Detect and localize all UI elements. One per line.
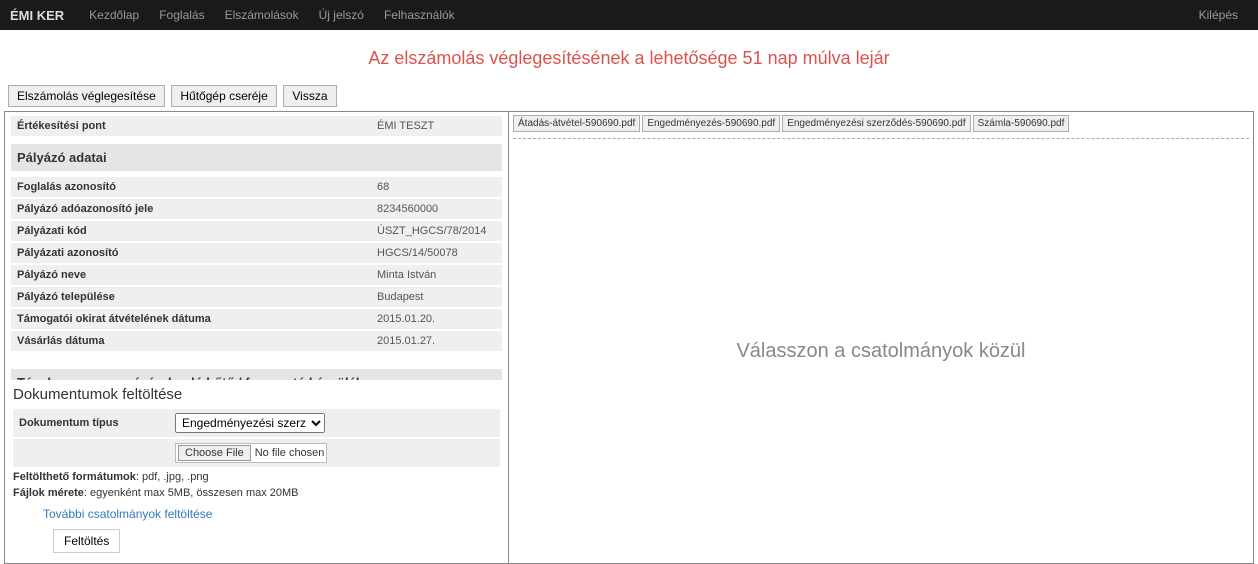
nav-users[interactable]: Felhasználók — [384, 8, 455, 22]
brand[interactable]: ÉMI KER — [10, 8, 64, 23]
swap-button[interactable]: Hűtőgép cseréje — [171, 85, 276, 107]
main-panels: Értékesítési pont ÉMI TESZT Pályázó adat… — [4, 111, 1254, 564]
field-tender-code: Pályázati kód ÚSZT_HGCS/78/2014 — [11, 221, 502, 241]
field-booking-id: Foglalás azonosító 68 — [11, 177, 502, 197]
nav-logout[interactable]: Kilépés — [1199, 8, 1238, 22]
field-purchase-date: Vásárlás dátuma 2015.01.27. — [11, 331, 502, 351]
more-attachments-link[interactable]: További csatolmányok feltöltése — [43, 507, 212, 521]
tab-attachment[interactable]: Számla-590690.pdf — [973, 115, 1070, 132]
attachment-tabs: Átadás-átvétel-590690.pdf Engedményezés-… — [509, 112, 1253, 132]
pos-label: Értékesítési pont — [17, 120, 377, 132]
details-scroll[interactable]: Értékesítési pont ÉMI TESZT Pályázó adat… — [5, 112, 508, 380]
navbar: ÉMI KER Kezdőlap Foglalás Elszámolások Ú… — [0, 0, 1258, 30]
tab-attachment[interactable]: Engedményezési szerződés-590690.pdf — [782, 115, 970, 132]
nav-newpassword[interactable]: Új jelszó — [319, 8, 364, 22]
expiry-alert: Az elszámolás véglegesítésének a lehetős… — [0, 30, 1258, 81]
right-panel: Átadás-átvétel-590690.pdf Engedményezés-… — [509, 112, 1253, 563]
left-panel: Értékesítési pont ÉMI TESZT Pályázó adat… — [5, 112, 509, 563]
formats-hint: Feltölthető formátumok: pdf, .jpg, .png — [13, 471, 500, 483]
finalize-button[interactable]: Elszámolás véglegesítése — [8, 85, 165, 107]
tab-attachment[interactable]: Engedményezés-590690.pdf — [642, 115, 780, 132]
field-pos: Értékesítési pont ÉMI TESZT — [11, 116, 502, 136]
section-applicant: Pályázó adatai — [11, 144, 502, 171]
field-tax: Pályázó adóazonosító jele 8234560000 — [11, 199, 502, 219]
doc-type-row: Dokumentum típus Engedményezési szerződé… — [13, 409, 500, 437]
file-row: Choose File No file chosen — [13, 439, 500, 467]
doc-type-label: Dokumentum típus — [19, 417, 175, 429]
file-chosen-text: No file chosen — [255, 447, 325, 459]
nav-home[interactable]: Kezdőlap — [89, 8, 139, 22]
size-hint: Fájlok mérete: egyenként max 5MB, összes… — [13, 487, 500, 499]
preview-placeholder: Válasszon a csatolmányok közül — [509, 139, 1253, 563]
file-input[interactable]: Choose File No file chosen — [175, 443, 327, 463]
back-button[interactable]: Vissza — [283, 85, 336, 107]
section-device: Ténylegesen megvásárolandó hűtő / fagyas… — [11, 369, 502, 380]
nav-booking[interactable]: Foglalás — [159, 8, 204, 22]
field-city: Pályázó települése Budapest — [11, 287, 502, 307]
upload-title: Dokumentumok feltöltése — [13, 386, 500, 403]
pos-value: ÉMI TESZT — [377, 120, 434, 132]
tab-attachment[interactable]: Átadás-átvétel-590690.pdf — [513, 115, 640, 132]
field-name: Pályázó neve Minta István — [11, 265, 502, 285]
doc-type-select[interactable]: Engedményezési szerződés — [175, 413, 325, 433]
upload-button[interactable]: Feltöltés — [53, 529, 120, 553]
field-grant-date: Támogatói okirat átvételének dátuma 2015… — [11, 309, 502, 329]
action-bar: Elszámolás véglegesítése Hűtőgép cseréje… — [0, 81, 1258, 111]
upload-area: Dokumentumok feltöltése Dokumentum típus… — [5, 380, 508, 563]
choose-file-button[interactable]: Choose File — [178, 445, 251, 461]
nav-settlements[interactable]: Elszámolások — [225, 8, 299, 22]
field-tender-id: Pályázati azonosító HGCS/14/50078 — [11, 243, 502, 263]
